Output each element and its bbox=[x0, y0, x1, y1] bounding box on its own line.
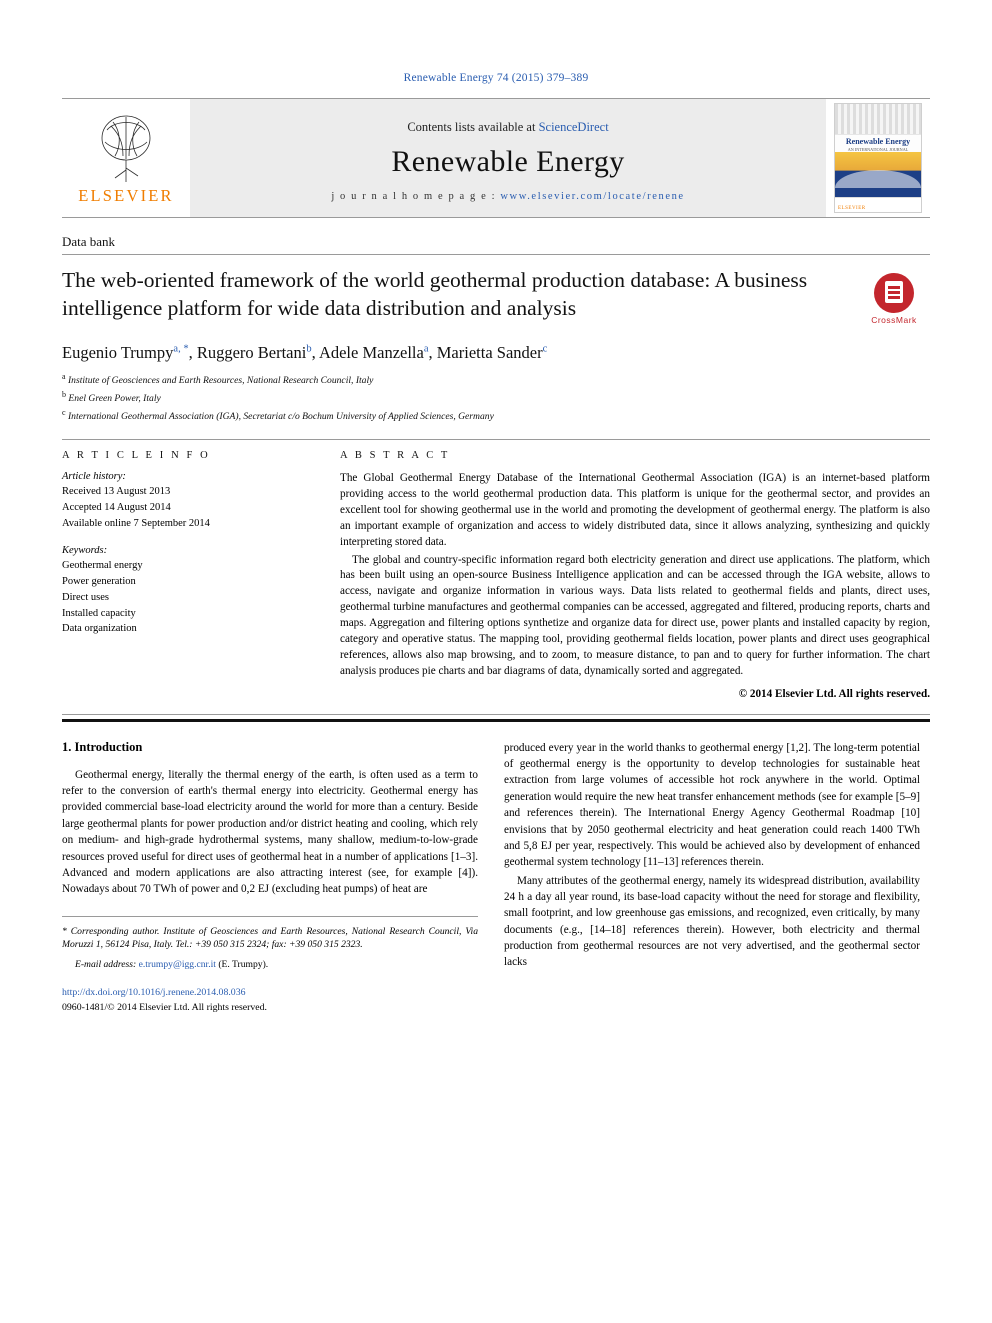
article-info-column: A R T I C L E I N F O Article history: R… bbox=[62, 450, 314, 700]
affiliation-mark: b bbox=[62, 389, 66, 399]
affiliation-list: a Institute of Geosciences and Earth Res… bbox=[62, 371, 930, 425]
divider-thick bbox=[62, 718, 930, 722]
divider bbox=[62, 713, 930, 715]
crossmark-badge[interactable]: CrossMark bbox=[858, 273, 930, 325]
affiliation-item: c International Geothermal Association (… bbox=[62, 407, 930, 425]
affiliation-text: International Geothermal Association (IG… bbox=[67, 411, 494, 423]
cover-image: Renewable Energy AN INTERNATIONAL JOURNA… bbox=[834, 103, 922, 213]
contents-available-line: Contents lists available at ScienceDirec… bbox=[407, 120, 608, 135]
homepage-prefix: j o u r n a l h o m e p a g e : bbox=[331, 191, 497, 202]
email-suffix: (E. Trumpy). bbox=[218, 959, 269, 971]
elsevier-tree-icon bbox=[101, 115, 151, 182]
keywords-label: Keywords: bbox=[62, 545, 108, 557]
abstract-copyright: © 2014 Elsevier Ltd. All rights reserved… bbox=[738, 687, 930, 700]
email-link[interactable]: e.trumpy@igg.cnr.it bbox=[139, 959, 216, 970]
body-paragraph: produced every year in the world thanks … bbox=[504, 741, 920, 869]
keyword-item: Direct uses bbox=[62, 591, 109, 603]
crossmark-label: CrossMark bbox=[871, 315, 917, 325]
affiliation-mark: c bbox=[62, 407, 66, 417]
corresponding-author-footnote: * Corresponding author. Institute of Geo… bbox=[62, 915, 478, 973]
email-label: E-mail address: bbox=[75, 959, 137, 971]
affiliation-text: Enel Green Power, Italy bbox=[68, 393, 161, 405]
cover-elsevier-logo: ELSEVIER bbox=[838, 206, 866, 211]
abstract-column: A B S T R A C T The Global Geothermal En… bbox=[340, 450, 930, 700]
keyword-item: Installed capacity bbox=[62, 607, 136, 619]
contents-prefix: Contents lists available at bbox=[407, 120, 536, 134]
affiliation-item: a Institute of Geosciences and Earth Res… bbox=[62, 371, 930, 389]
abstract-paragraph: The global and country-specific informat… bbox=[340, 553, 930, 677]
journal-homepage-line: j o u r n a l h o m e p a g e : www.else… bbox=[331, 191, 684, 202]
article-history-item: Received 13 August 2013 bbox=[62, 486, 171, 498]
crossmark-icon bbox=[874, 273, 914, 313]
sciencedirect-link[interactable]: ScienceDirect bbox=[539, 120, 609, 134]
affiliation-mark: a bbox=[62, 371, 66, 381]
affiliation-text: Institute of Geosciences and Earth Resou… bbox=[67, 375, 374, 387]
author-marks: c bbox=[542, 343, 548, 355]
cover-wave-graphic bbox=[835, 152, 921, 198]
article-history-label: Article history: bbox=[62, 471, 126, 483]
affiliation-item: b Enel Green Power, Italy bbox=[62, 389, 930, 407]
masthead-center: Contents lists available at ScienceDirec… bbox=[190, 99, 826, 217]
info-abstract-block: A R T I C L E I N F O Article history: R… bbox=[62, 439, 930, 700]
elsevier-wordmark: ELSEVIER bbox=[78, 186, 174, 205]
article-page: Renewable Energy 74 (2015) 379–389 ELSEV… bbox=[0, 0, 992, 1323]
body-paragraph: Many attributes of the geothermal energy… bbox=[504, 874, 920, 969]
article-history-item: Available online 7 September 2014 bbox=[62, 517, 210, 529]
body-columns: 1. Introduction Geothermal energy, liter… bbox=[62, 740, 930, 1016]
journal-masthead: ELSEVIER Contents lists available at Sci… bbox=[62, 98, 930, 218]
author-marks: a bbox=[423, 343, 429, 355]
body-column-right: produced every year in the world thanks … bbox=[504, 740, 920, 1016]
cover-title: Renewable Energy bbox=[845, 137, 911, 146]
article-info-heading: A R T I C L E I N F O bbox=[62, 450, 211, 462]
elsevier-logo: ELSEVIER bbox=[62, 99, 190, 217]
body-paragraph: Geothermal energy, literally the thermal… bbox=[62, 768, 478, 896]
author-name: Ruggero Bertani bbox=[196, 342, 307, 362]
article-history-item: Accepted 14 August 2014 bbox=[62, 501, 171, 513]
title-block: The web-oriented framework of the world … bbox=[62, 267, 930, 325]
doi-link[interactable]: http://dx.doi.org/10.1016/j.renene.2014.… bbox=[62, 986, 478, 1001]
doi-block: http://dx.doi.org/10.1016/j.renene.2014.… bbox=[62, 986, 478, 1015]
author-marks: a, * bbox=[173, 343, 189, 355]
cover-top-pattern bbox=[835, 104, 921, 135]
author-list: Eugenio Trumpya, *, Ruggero Bertanib, Ad… bbox=[62, 342, 548, 362]
section-heading-introduction: 1. Introduction bbox=[62, 739, 143, 754]
abstract-heading: A B S T R A C T bbox=[340, 450, 450, 462]
page-title: The web-oriented framework of the world … bbox=[62, 268, 808, 320]
author-marks: b bbox=[306, 343, 312, 355]
author-name: Adele Manzella bbox=[318, 342, 424, 362]
abstract-paragraph: The Global Geothermal Energy Database of… bbox=[340, 472, 930, 548]
keyword-item: Data organization bbox=[62, 623, 137, 635]
author-name: Marietta Sander bbox=[436, 342, 543, 362]
issn-copyright-line: 0960-1481/© 2014 Elsevier Ltd. All right… bbox=[62, 1001, 267, 1013]
keyword-item: Power generation bbox=[62, 576, 136, 588]
body-column-left: 1. Introduction Geothermal energy, liter… bbox=[62, 740, 478, 1016]
article-section-label: Data bank bbox=[62, 234, 930, 255]
keyword-item: Geothermal energy bbox=[62, 560, 143, 572]
journal-title: Renewable Energy bbox=[391, 145, 625, 178]
journal-cover-thumb: Renewable Energy AN INTERNATIONAL JOURNA… bbox=[826, 99, 930, 217]
homepage-url[interactable]: www.elsevier.com/locate/renene bbox=[500, 191, 684, 202]
journal-reference: Renewable Energy 74 (2015) 379–389 bbox=[403, 72, 589, 84]
footnote-text: * Corresponding author. Institute of Geo… bbox=[62, 925, 478, 951]
author-name: Eugenio Trumpy bbox=[62, 342, 174, 362]
